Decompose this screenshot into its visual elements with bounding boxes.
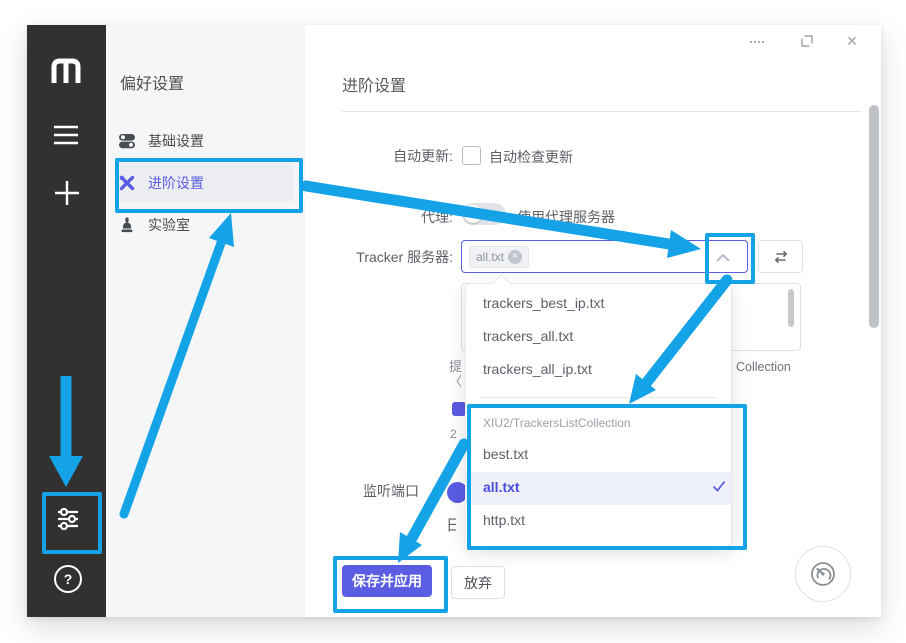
help-text-fragment-1: 提 xyxy=(449,356,462,372)
discard-button[interactable]: 放弃 xyxy=(451,566,505,599)
close-button[interactable]: × xyxy=(842,30,862,52)
dropdown-divider xyxy=(479,397,717,398)
dropdown-option-selected[interactable]: all.txt xyxy=(483,479,520,495)
tracker-tag-label: all.txt xyxy=(476,250,504,264)
tag-close-icon[interactable]: × xyxy=(508,250,522,264)
preferences-title: 偏好设置 xyxy=(120,70,184,94)
restore-icon xyxy=(799,33,815,49)
text-fragment-number: 2 xyxy=(450,427,457,441)
help-text-fragment-collection: Collection xyxy=(736,360,791,374)
tools-icon xyxy=(118,174,136,192)
settings-button[interactable] xyxy=(55,506,81,532)
tracker-tag: all.txt × xyxy=(469,246,529,268)
auto-update-label: 自动更新: xyxy=(342,146,453,166)
dropdown-option[interactable]: trackers_best_ip.txt xyxy=(483,295,604,311)
toggle-knob xyxy=(464,205,482,223)
textarea-scrollbar-thumb[interactable] xyxy=(788,289,794,327)
sliders-icon xyxy=(55,506,81,532)
speed-limit-button[interactable] xyxy=(795,546,851,602)
text-fragment-letter: 日 xyxy=(446,514,456,532)
app-screen: ? 偏好设置 基础设置 进阶设置 实验室 xyxy=(0,0,906,643)
maximize-button[interactable] xyxy=(799,33,815,49)
page-title: 进阶设置 xyxy=(342,72,406,96)
dropdown-option[interactable]: trackers_all.txt xyxy=(483,328,573,344)
add-task-button[interactable] xyxy=(53,179,80,206)
tracker-dropdown: trackers_best_ip.txt trackers_all.txt tr… xyxy=(465,283,732,547)
sync-checkbox-partial[interactable] xyxy=(452,402,466,416)
menu-icon xyxy=(53,125,79,145)
save-apply-button[interactable]: 保存并应用 xyxy=(342,565,432,597)
check-icon xyxy=(712,480,726,492)
select-collapse-control[interactable] xyxy=(716,249,730,258)
preferences-panel xyxy=(106,25,305,617)
help-text-fragment-2: 〈 xyxy=(449,371,461,387)
sync-trackers-button[interactable] xyxy=(758,240,803,273)
advanced-settings-label: 进阶设置 xyxy=(148,173,204,193)
proxy-option-label: 使用代理服务器 xyxy=(517,207,615,227)
auto-update-option-label[interactable]: 自动检查更新 xyxy=(489,147,573,167)
sidebar-item-advanced-settings[interactable]: 进阶设置 xyxy=(118,168,288,198)
sidebar-item-lab[interactable]: 实验室 xyxy=(118,210,288,240)
sync-icon xyxy=(773,249,789,265)
proxy-label: 代理: xyxy=(342,207,453,227)
tracker-label: Tracker 服务器: xyxy=(320,247,453,267)
stamp-icon xyxy=(118,216,136,234)
dropdown-option[interactable]: http.txt xyxy=(483,512,525,528)
question-mark-icon: ? xyxy=(54,565,82,593)
toggles-icon xyxy=(118,132,136,150)
dropdown-option[interactable]: best.txt xyxy=(483,446,528,462)
main-scrollbar-thumb[interactable] xyxy=(869,105,879,328)
dropdown-group-label: XIU2/TrackersListCollection xyxy=(483,416,631,430)
logo-m-icon xyxy=(50,57,82,85)
gauge-icon xyxy=(808,559,838,589)
plus-icon xyxy=(54,180,80,206)
help-button[interactable]: ? xyxy=(54,565,82,593)
proxy-toggle[interactable] xyxy=(462,203,506,225)
auto-update-checkbox[interactable] xyxy=(462,146,481,165)
listen-port-label: 监听端口 xyxy=(363,481,419,501)
title-divider xyxy=(342,111,862,112)
lab-label: 实验室 xyxy=(148,215,190,235)
task-list-button[interactable] xyxy=(52,124,80,146)
sidebar-item-basic-settings[interactable]: 基础设置 xyxy=(118,126,288,156)
minimize-button[interactable] xyxy=(750,41,764,43)
chevron-up-icon xyxy=(716,253,730,262)
dropdown-option[interactable]: trackers_all_ip.txt xyxy=(483,361,592,377)
motrix-logo xyxy=(48,55,84,87)
basic-settings-label: 基础设置 xyxy=(148,131,204,151)
